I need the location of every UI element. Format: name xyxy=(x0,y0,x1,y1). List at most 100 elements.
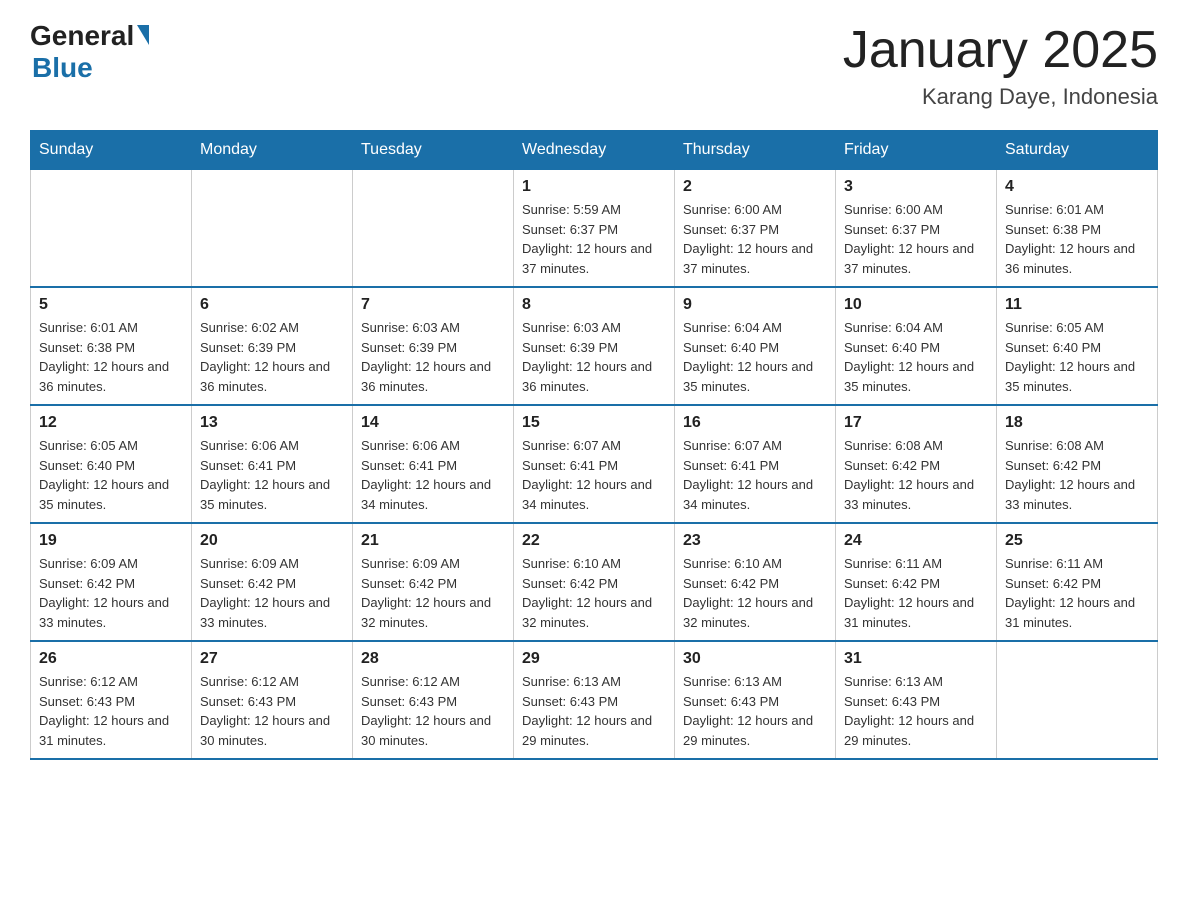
day-of-week-sunday: Sunday xyxy=(31,131,192,170)
calendar-cell: 5Sunrise: 6:01 AM Sunset: 6:38 PM Daylig… xyxy=(31,287,192,405)
calendar-week-row: 19 Sunrise: 6:09 AM Sunset: 6:42 PM Dayli… xyxy=(31,523,1158,641)
day-number: 11 xyxy=(1005,296,1149,314)
calendar-cell: 15Sunrise: 6:07 AM Sunset: 6:41 PM Dayli… xyxy=(514,405,675,523)
month-title: January 2025 xyxy=(843,20,1158,80)
calendar-cell: 21 Sunrise: 6:09 AM Sunset: 6:42 PM Dayli… xyxy=(353,523,514,641)
day-info: Sunrise: 6:06 AM Sunset: 6:41 PM Dayligh… xyxy=(361,436,505,514)
calendar-cell: 20 Sunrise: 6:09 AM Sunset: 6:42 PM Dayli… xyxy=(192,523,353,641)
calendar-cell: 8Sunrise: 6:03 AM Sunset: 6:39 PM Daylig… xyxy=(514,287,675,405)
day-info: Sunrise: 6:09 AM Sunset: 6:42 PM Dayligh… xyxy=(39,554,183,632)
day-number: 1 xyxy=(522,178,666,196)
day-info: Sunrise: 6:08 AM Sunset: 6:42 PM Dayligh… xyxy=(844,436,988,514)
calendar-cell: 1 Sunrise: 5:59 AM Sunset: 6:37 PM Daylig… xyxy=(514,170,675,288)
calendar-cell: 28 Sunrise: 6:12 AM Sunset: 6:43 PM Dayli… xyxy=(353,641,514,759)
header: General Blue January 2025 Karang Daye, I… xyxy=(30,20,1158,110)
calendar-cell: 22 Sunrise: 6:10 AM Sunset: 6:42 PM Dayli… xyxy=(514,523,675,641)
day-info: Sunrise: 6:05 AM Sunset: 6:40 PM Dayligh… xyxy=(1005,318,1149,396)
day-number: 18 xyxy=(1005,414,1149,432)
calendar-week-row: 26 Sunrise: 6:12 AM Sunset: 6:43 PM Dayli… xyxy=(31,641,1158,759)
calendar-week-row: 5Sunrise: 6:01 AM Sunset: 6:38 PM Daylig… xyxy=(31,287,1158,405)
day-number: 19 xyxy=(39,532,183,550)
day-info: Sunrise: 6:07 AM Sunset: 6:41 PM Dayligh… xyxy=(683,436,827,514)
calendar-cell: 2 Sunrise: 6:00 AM Sunset: 6:37 PM Daylig… xyxy=(675,170,836,288)
calendar-cell xyxy=(353,170,514,288)
calendar-cell: 17 Sunrise: 6:08 AM Sunset: 6:42 PM Dayli… xyxy=(836,405,997,523)
day-info: Sunrise: 6:02 AM Sunset: 6:39 PM Dayligh… xyxy=(200,318,344,396)
day-number: 3 xyxy=(844,178,988,196)
day-number: 12 xyxy=(39,414,183,432)
day-number: 2 xyxy=(683,178,827,196)
day-info: Sunrise: 6:00 AM Sunset: 6:37 PM Dayligh… xyxy=(844,200,988,278)
calendar-cell xyxy=(192,170,353,288)
day-info: Sunrise: 6:05 AM Sunset: 6:40 PM Dayligh… xyxy=(39,436,183,514)
calendar-cell: 9 Sunrise: 6:04 AM Sunset: 6:40 PM Daylig… xyxy=(675,287,836,405)
day-number: 31 xyxy=(844,650,988,668)
day-of-week-wednesday: Wednesday xyxy=(514,131,675,170)
day-number: 23 xyxy=(683,532,827,550)
calendar-cell: 24Sunrise: 6:11 AM Sunset: 6:42 PM Dayli… xyxy=(836,523,997,641)
calendar-week-row: 1 Sunrise: 5:59 AM Sunset: 6:37 PM Daylig… xyxy=(31,170,1158,288)
day-number: 21 xyxy=(361,532,505,550)
day-info: Sunrise: 6:12 AM Sunset: 6:43 PM Dayligh… xyxy=(39,672,183,750)
calendar-cell: 31 Sunrise: 6:13 AM Sunset: 6:43 PM Dayli… xyxy=(836,641,997,759)
day-info: Sunrise: 6:10 AM Sunset: 6:42 PM Dayligh… xyxy=(522,554,666,632)
day-number: 15 xyxy=(522,414,666,432)
calendar-cell: 12 Sunrise: 6:05 AM Sunset: 6:40 PM Dayli… xyxy=(31,405,192,523)
day-info: Sunrise: 6:13 AM Sunset: 6:43 PM Dayligh… xyxy=(844,672,988,750)
day-info: Sunrise: 6:09 AM Sunset: 6:42 PM Dayligh… xyxy=(361,554,505,632)
day-number: 27 xyxy=(200,650,344,668)
day-info: Sunrise: 6:13 AM Sunset: 6:43 PM Dayligh… xyxy=(683,672,827,750)
calendar-body: 1 Sunrise: 5:59 AM Sunset: 6:37 PM Daylig… xyxy=(31,170,1158,760)
day-info: Sunrise: 6:00 AM Sunset: 6:37 PM Dayligh… xyxy=(683,200,827,278)
calendar-table: SundayMondayTuesdayWednesdayThursdayFrid… xyxy=(30,130,1158,760)
day-info: Sunrise: 6:08 AM Sunset: 6:42 PM Dayligh… xyxy=(1005,436,1149,514)
calendar-cell xyxy=(997,641,1158,759)
logo-blue-text: Blue xyxy=(30,52,93,84)
calendar-cell: 6Sunrise: 6:02 AM Sunset: 6:39 PM Daylig… xyxy=(192,287,353,405)
day-number: 22 xyxy=(522,532,666,550)
calendar-cell: 13 Sunrise: 6:06 AM Sunset: 6:41 PM Dayli… xyxy=(192,405,353,523)
day-info: Sunrise: 6:03 AM Sunset: 6:39 PM Dayligh… xyxy=(361,318,505,396)
calendar-week-row: 12 Sunrise: 6:05 AM Sunset: 6:40 PM Dayli… xyxy=(31,405,1158,523)
day-number: 9 xyxy=(683,296,827,314)
day-info: Sunrise: 6:04 AM Sunset: 6:40 PM Dayligh… xyxy=(683,318,827,396)
days-of-week-row: SundayMondayTuesdayWednesdayThursdayFrid… xyxy=(31,131,1158,170)
day-number: 24 xyxy=(844,532,988,550)
logo-general: General xyxy=(30,20,149,52)
day-number: 26 xyxy=(39,650,183,668)
day-number: 25 xyxy=(1005,532,1149,550)
calendar-cell xyxy=(31,170,192,288)
calendar-header: SundayMondayTuesdayWednesdayThursdayFrid… xyxy=(31,131,1158,170)
calendar-cell: 4Sunrise: 6:01 AM Sunset: 6:38 PM Daylig… xyxy=(997,170,1158,288)
day-number: 29 xyxy=(522,650,666,668)
day-of-week-friday: Friday xyxy=(836,131,997,170)
calendar-cell: 3 Sunrise: 6:00 AM Sunset: 6:37 PM Daylig… xyxy=(836,170,997,288)
day-info: Sunrise: 6:13 AM Sunset: 6:43 PM Dayligh… xyxy=(522,672,666,750)
day-of-week-monday: Monday xyxy=(192,131,353,170)
calendar-cell: 10Sunrise: 6:04 AM Sunset: 6:40 PM Dayli… xyxy=(836,287,997,405)
day-info: Sunrise: 5:59 AM Sunset: 6:37 PM Dayligh… xyxy=(522,200,666,278)
calendar-cell: 25Sunrise: 6:11 AM Sunset: 6:42 PM Dayli… xyxy=(997,523,1158,641)
calendar-cell: 16 Sunrise: 6:07 AM Sunset: 6:41 PM Dayli… xyxy=(675,405,836,523)
calendar-cell: 23 Sunrise: 6:10 AM Sunset: 6:42 PM Dayli… xyxy=(675,523,836,641)
calendar-cell: 27Sunrise: 6:12 AM Sunset: 6:43 PM Dayli… xyxy=(192,641,353,759)
day-number: 17 xyxy=(844,414,988,432)
day-number: 13 xyxy=(200,414,344,432)
day-number: 8 xyxy=(522,296,666,314)
calendar-cell: 11 Sunrise: 6:05 AM Sunset: 6:40 PM Dayli… xyxy=(997,287,1158,405)
day-info: Sunrise: 6:06 AM Sunset: 6:41 PM Dayligh… xyxy=(200,436,344,514)
day-number: 20 xyxy=(200,532,344,550)
day-number: 28 xyxy=(361,650,505,668)
day-number: 16 xyxy=(683,414,827,432)
day-info: Sunrise: 6:12 AM Sunset: 6:43 PM Dayligh… xyxy=(361,672,505,750)
calendar-cell: 7Sunrise: 6:03 AM Sunset: 6:39 PM Daylig… xyxy=(353,287,514,405)
day-of-week-saturday: Saturday xyxy=(997,131,1158,170)
day-info: Sunrise: 6:01 AM Sunset: 6:38 PM Dayligh… xyxy=(1005,200,1149,278)
logo-triangle-icon xyxy=(137,25,149,45)
calendar-cell: 30Sunrise: 6:13 AM Sunset: 6:43 PM Dayli… xyxy=(675,641,836,759)
day-info: Sunrise: 6:01 AM Sunset: 6:38 PM Dayligh… xyxy=(39,318,183,396)
day-info: Sunrise: 6:10 AM Sunset: 6:42 PM Dayligh… xyxy=(683,554,827,632)
day-info: Sunrise: 6:09 AM Sunset: 6:42 PM Dayligh… xyxy=(200,554,344,632)
location-title: Karang Daye, Indonesia xyxy=(843,84,1158,110)
calendar-cell: 14Sunrise: 6:06 AM Sunset: 6:41 PM Dayli… xyxy=(353,405,514,523)
